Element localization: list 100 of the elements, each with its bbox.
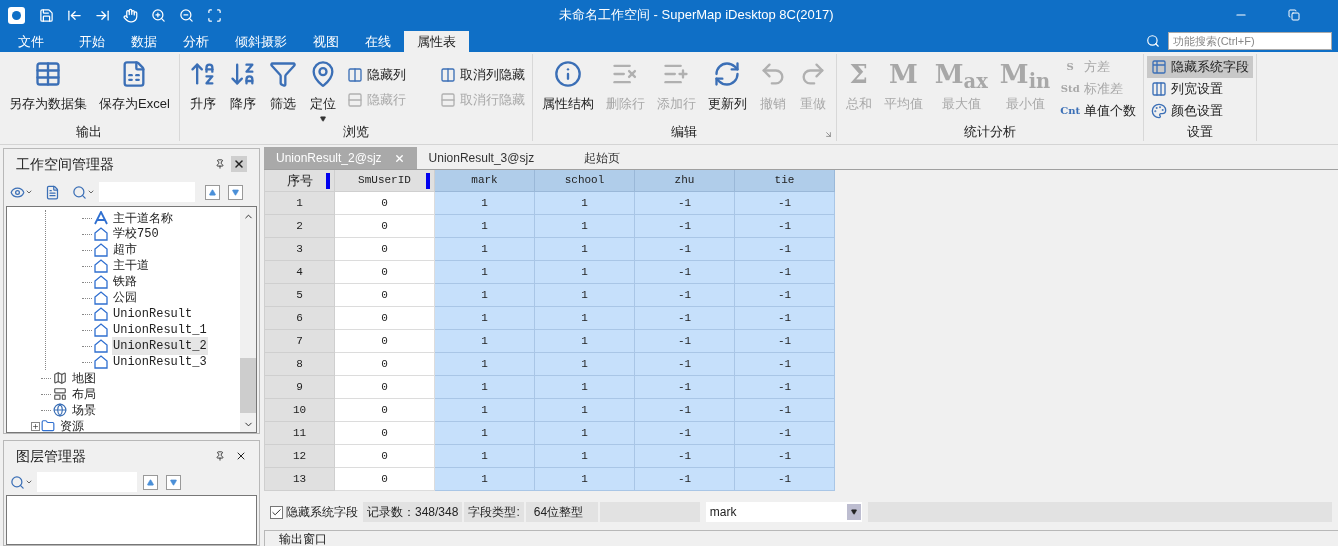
document-icon[interactable]: [45, 184, 60, 200]
move-up-button[interactable]: [205, 184, 220, 200]
rows-icon: [346, 92, 363, 108]
scroll-thumb[interactable]: [240, 358, 256, 413]
check-icon: [271, 506, 282, 518]
table-cell: 0: [335, 261, 435, 284]
caret-icon[interactable]: [25, 188, 33, 196]
move-down-button[interactable]: [228, 184, 243, 200]
search-icon[interactable]: [72, 184, 87, 200]
table-cell: -1: [735, 353, 835, 376]
column-header[interactable]: tie: [735, 170, 835, 192]
scrollbar[interactable]: [240, 207, 256, 432]
ribbon-button[interactable]: 保存为Excel: [93, 54, 176, 114]
move-up-button[interactable]: [143, 474, 158, 490]
tree-item[interactable]: 超市: [112, 241, 138, 259]
close-icon: [233, 158, 245, 170]
ribbon-button[interactable]: 取消列隐藏: [435, 64, 529, 86]
ribbon-button[interactable]: 筛选: [262, 54, 303, 114]
ribbon-button[interactable]: 颜色设置: [1147, 100, 1254, 122]
dialog-launcher-icon[interactable]: [823, 130, 833, 139]
zoom-out-icon[interactable]: [179, 7, 194, 23]
frame-icon[interactable]: [207, 7, 222, 23]
tree-item[interactable]: 场景: [71, 401, 97, 419]
expand-icon[interactable]: [31, 421, 40, 431]
menu-tab[interactable]: 视图: [300, 31, 352, 52]
table-icon: [34, 60, 62, 88]
ribbon-button[interactable]: 定位: [302, 54, 343, 122]
table-cell: 0: [335, 192, 435, 215]
ribbon-button[interactable]: 隐藏列: [342, 64, 436, 86]
column-header[interactable]: zhu: [635, 170, 735, 192]
tree-item[interactable]: UnionResult: [112, 305, 194, 323]
window-title: 未命名工作空间 - SuperMap iDesktop 8C(2017): [559, 6, 834, 25]
polygon-icon: [94, 291, 108, 305]
ribbon-button[interactable]: 属性结构: [535, 54, 600, 114]
search-field[interactable]: 功能搜索(Ctrl+F): [1168, 32, 1332, 50]
tree-item[interactable]: 学校750: [112, 225, 160, 243]
row-number: 10: [265, 399, 335, 422]
up-triangle-icon: [209, 188, 216, 196]
table-cell: -1: [635, 445, 735, 468]
pin-icon[interactable]: [215, 159, 225, 169]
column-header[interactable]: mark: [435, 170, 535, 192]
menu-tab[interactable]: 属性表: [404, 31, 469, 52]
tree-item[interactable]: UnionResult_1: [112, 321, 208, 339]
hide-system-fields-checkbox[interactable]: 隐藏系统字段: [270, 503, 361, 521]
restore-icon[interactable]: [1288, 9, 1300, 21]
table-cell: 1: [435, 307, 535, 330]
tree-item[interactable]: 布局: [71, 385, 97, 403]
tree-item[interactable]: 铁路: [112, 273, 138, 291]
tree-item[interactable]: 主干道: [112, 257, 150, 275]
table-cell: -1: [735, 307, 835, 330]
polygon-icon: [94, 243, 108, 257]
table-cell: 0: [335, 215, 435, 238]
ribbon-button[interactable]: 升序: [182, 54, 223, 114]
column-header[interactable]: 序号: [265, 170, 335, 192]
menu-tab[interactable]: 数据: [118, 31, 170, 52]
field-dropdown[interactable]: mark: [705, 502, 862, 522]
document-tab[interactable]: UnionResult_3@sjz: [416, 147, 547, 169]
tree-item[interactable]: 主干道名称: [112, 209, 174, 227]
tree-item[interactable]: UnionResult_2: [112, 337, 208, 355]
table-cell: -1: [635, 422, 735, 445]
polygon-icon: [94, 339, 108, 353]
column-header[interactable]: school: [535, 170, 635, 192]
row-number: 5: [265, 284, 335, 307]
tree-item[interactable]: 资源: [59, 417, 85, 432]
menu-tab[interactable]: 文件: [0, 31, 66, 52]
polygon-icon: [94, 355, 108, 369]
menu-tab[interactable]: 在线: [352, 31, 404, 52]
menu-tab[interactable]: 分析: [170, 31, 222, 52]
document-tab[interactable]: 起始页: [572, 147, 633, 169]
caret-icon[interactable]: [87, 188, 95, 196]
row-number: 7: [265, 330, 335, 353]
zoom-in-icon[interactable]: [151, 7, 166, 23]
move-down-button[interactable]: [166, 474, 181, 490]
table-cell: 1: [535, 468, 635, 491]
tree-item[interactable]: UnionResult_3: [112, 353, 208, 371]
glyph-icon: Σ: [849, 58, 868, 90]
ribbon-button[interactable]: Cnt 单值个数: [1056, 100, 1141, 122]
text-layer-icon: [94, 211, 108, 225]
menu-tab[interactable]: 开始: [66, 31, 118, 52]
tree-item[interactable]: 地图: [71, 369, 97, 387]
column-header[interactable]: SmUserID: [335, 170, 435, 192]
ribbon-button[interactable]: 降序: [222, 54, 263, 114]
table-cell: -1: [635, 307, 735, 330]
tree-item[interactable]: 公园: [112, 289, 138, 307]
search-icon[interactable]: [10, 474, 25, 490]
close-icon[interactable]: [235, 450, 247, 462]
save-icon[interactable]: [39, 7, 54, 23]
menu-tab[interactable]: 倾斜摄影: [222, 31, 300, 52]
caret-icon[interactable]: [25, 478, 33, 486]
ribbon-button[interactable]: 隐藏系统字段: [1147, 56, 1254, 78]
ribbon-button[interactable]: 更新列: [701, 54, 753, 114]
ribbon-button[interactable]: 列宽设置: [1147, 78, 1254, 100]
visibility-icon[interactable]: [10, 184, 25, 200]
pin-icon[interactable]: [215, 451, 225, 461]
folder-icon: [41, 419, 55, 432]
table-cell: 0: [335, 353, 435, 376]
ribbon-button[interactable]: 另存为数据集: [3, 54, 93, 114]
row-number: 4: [265, 261, 335, 284]
close-button[interactable]: [231, 156, 247, 172]
hand-icon[interactable]: [123, 7, 138, 23]
